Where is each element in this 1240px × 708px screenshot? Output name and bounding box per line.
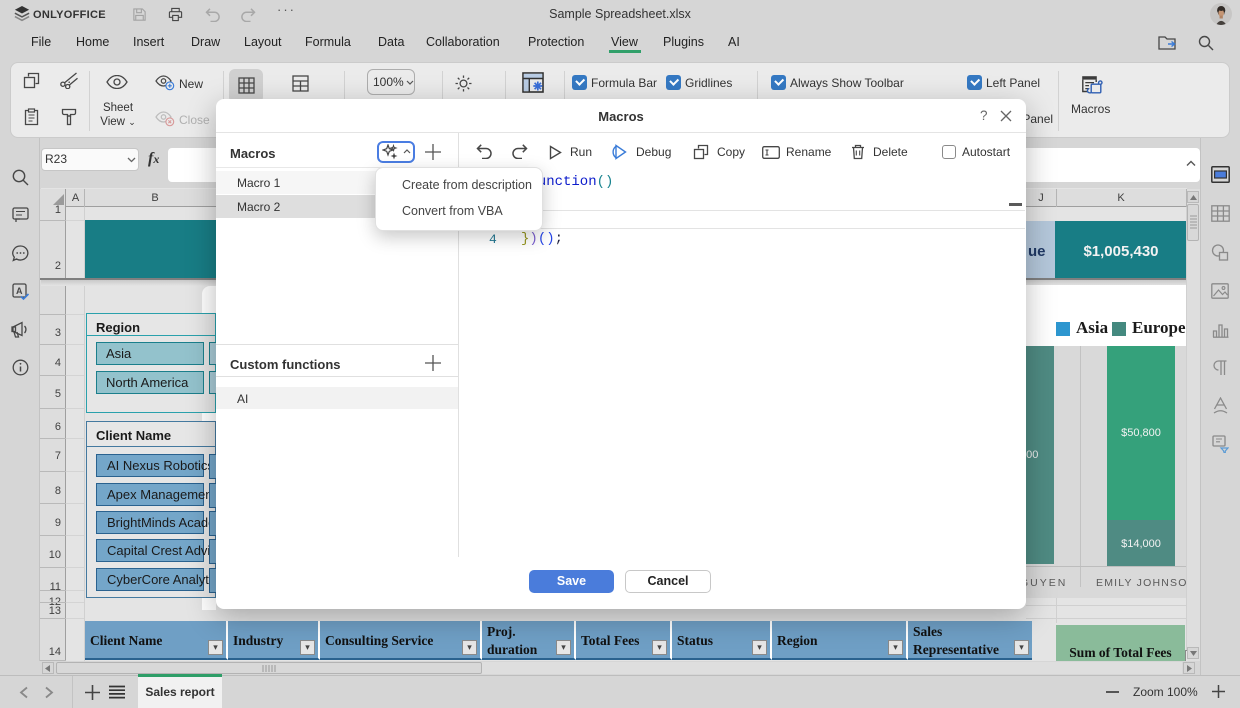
svg-text:A: A bbox=[16, 286, 23, 296]
